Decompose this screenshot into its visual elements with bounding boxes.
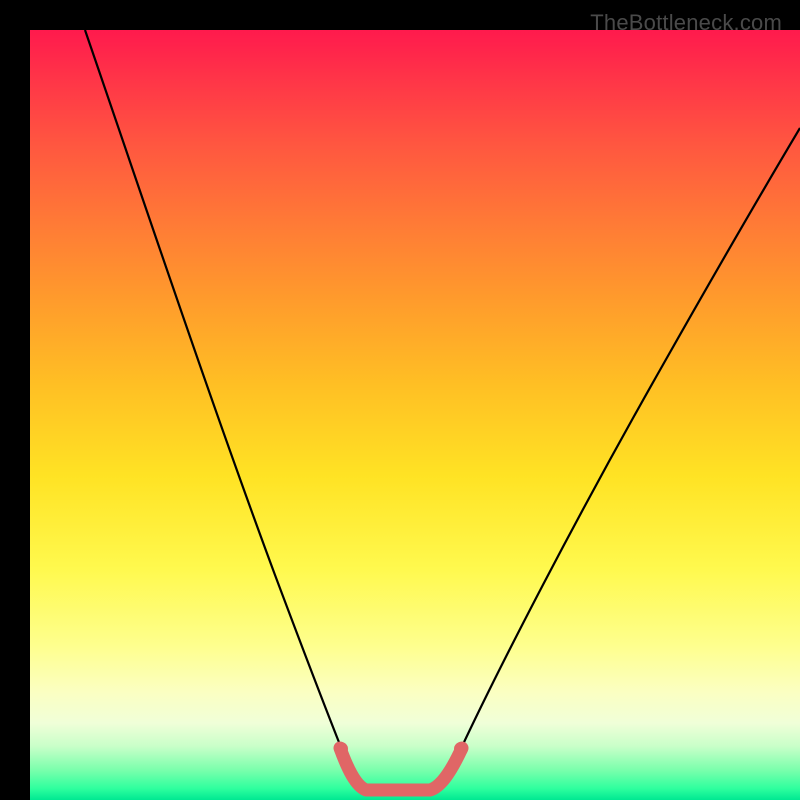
marker-dot-right — [454, 742, 468, 756]
bottleneck-curve-svg — [30, 30, 800, 800]
optimal-range-marker — [340, 748, 462, 790]
watermark-text: TheBottleneck.com — [590, 10, 782, 36]
plot-area — [30, 30, 800, 800]
chart-frame — [15, 15, 785, 785]
bottleneck-curve-path — [85, 30, 800, 792]
marker-dot-left — [334, 742, 348, 756]
